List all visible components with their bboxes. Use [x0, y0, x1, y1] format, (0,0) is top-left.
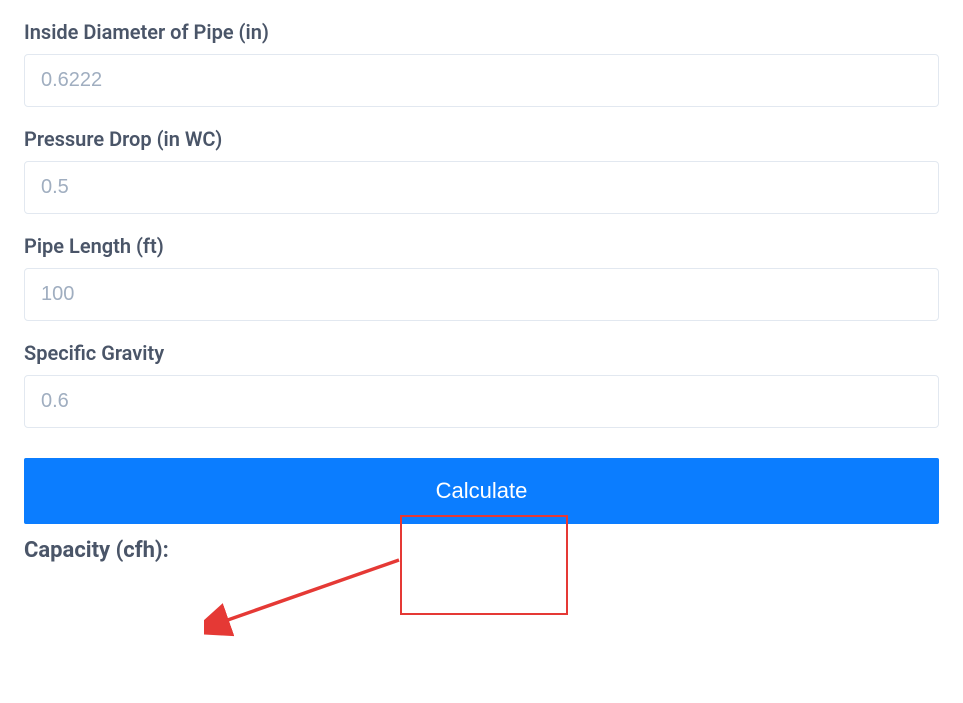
input-inside-diameter[interactable]	[24, 54, 939, 107]
calculate-button[interactable]: Calculate	[24, 458, 939, 524]
result-capacity-label: Capacity (cfh):	[24, 538, 939, 563]
annotation-arrow-icon	[204, 550, 404, 640]
field-pressure-drop: Pressure Drop (in WC)	[24, 127, 939, 214]
field-inside-diameter: Inside Diameter of Pipe (in)	[24, 20, 939, 107]
label-pressure-drop: Pressure Drop (in WC)	[24, 127, 939, 151]
calculator-form: Inside Diameter of Pipe (in) Pressure Dr…	[24, 20, 939, 563]
label-inside-diameter: Inside Diameter of Pipe (in)	[24, 20, 939, 44]
label-specific-gravity: Specific Gravity	[24, 341, 939, 365]
input-pressure-drop[interactable]	[24, 161, 939, 214]
input-pipe-length[interactable]	[24, 268, 939, 321]
field-pipe-length: Pipe Length (ft)	[24, 234, 939, 321]
label-pipe-length: Pipe Length (ft)	[24, 234, 939, 258]
input-specific-gravity[interactable]	[24, 375, 939, 428]
field-specific-gravity: Specific Gravity	[24, 341, 939, 428]
